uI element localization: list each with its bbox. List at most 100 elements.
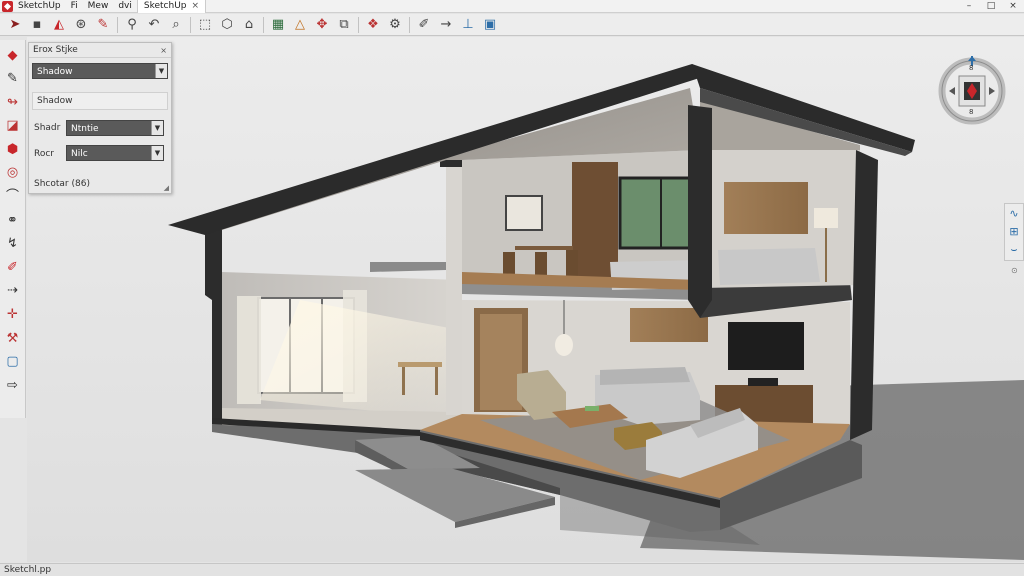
upper-sofa-right bbox=[718, 248, 820, 285]
toolbar-separator bbox=[190, 16, 191, 33]
panel-close-icon[interactable]: × bbox=[160, 46, 167, 55]
style-select[interactable]: Shadow ▼ bbox=[32, 63, 168, 79]
arrow-right-icon[interactable]: → bbox=[435, 15, 457, 35]
window-icon[interactable]: ▣ bbox=[479, 15, 501, 35]
app-name: SketchUp bbox=[18, 0, 61, 11]
swoosh-icon[interactable]: ⌣ bbox=[1005, 241, 1023, 259]
triangle-icon[interactable]: △ bbox=[289, 15, 311, 35]
rectangle-icon[interactable]: ▢ bbox=[2, 351, 24, 373]
pencil-icon[interactable]: ✎ bbox=[92, 15, 114, 35]
layers-icon[interactable]: ❖ bbox=[362, 15, 384, 35]
styles-panel: Erox Stjke × Shadow ▼ Shadow Shadr Ntnti… bbox=[28, 42, 172, 194]
sofa-back bbox=[600, 367, 690, 385]
wall-tv bbox=[728, 322, 804, 370]
toolbar-separator bbox=[358, 16, 359, 33]
menu-file[interactable]: Fi bbox=[66, 0, 83, 13]
zoom-window-icon[interactable]: ⌕ bbox=[165, 15, 187, 35]
grid-icon[interactable]: ▦ bbox=[267, 15, 289, 35]
cube-icon[interactable]: ⬡ bbox=[216, 15, 238, 35]
wardrobe bbox=[572, 162, 618, 278]
settings-icon[interactable]: ⚙ bbox=[384, 15, 406, 35]
render-select[interactable]: Nilc ▼ bbox=[66, 145, 164, 161]
table-leg bbox=[402, 367, 405, 395]
shadow-count-label: Shcotar (86) bbox=[34, 179, 90, 189]
box-icon[interactable]: ⬚ bbox=[194, 15, 216, 35]
center-wall-section bbox=[688, 105, 712, 318]
paint-bucket-icon[interactable]: ⬢ bbox=[2, 138, 24, 160]
save-icon[interactable]: ▪ bbox=[26, 15, 48, 35]
main-toolbar: ➤ ▪ ◭ ⊛ ✎ ⚲ ↶ ⌕ ⬚ ⬡ ⌂ ▦ △ ✥ ⧉ ❖ ⚙ ✐ → ⊥ … bbox=[0, 14, 1024, 36]
dimension-icon[interactable]: ⇢ bbox=[2, 280, 24, 302]
interior-door bbox=[480, 314, 522, 410]
render-label: Rocr bbox=[34, 149, 55, 159]
maximize-button[interactable]: □ bbox=[980, 0, 1002, 13]
orbit-icon[interactable]: ⊛ bbox=[70, 15, 92, 35]
shadow-section-bar[interactable]: Shadow bbox=[32, 92, 168, 110]
kitchen-upper-cabinet bbox=[630, 308, 708, 342]
dining-table bbox=[515, 246, 573, 250]
window-controls: – □ × bbox=[958, 0, 1024, 13]
axis-icon[interactable]: ✛ bbox=[2, 304, 24, 326]
styles-panel-header: Erox Stjke × bbox=[29, 43, 171, 58]
pencil-icon[interactable]: ✎ bbox=[2, 68, 24, 90]
interior-column bbox=[446, 160, 462, 415]
palette-options-icon[interactable]: ⊙ bbox=[1011, 266, 1018, 275]
soundbar bbox=[748, 378, 778, 386]
follow-me-icon[interactable]: ↬ bbox=[2, 91, 24, 113]
title-bar: SketchUp Fi Mew dvi SketchUp × – □ × bbox=[0, 0, 1024, 13]
section-icon[interactable]: ◪ bbox=[2, 115, 24, 137]
push-pull-icon[interactable]: ↯ bbox=[2, 233, 24, 255]
house-section-render bbox=[27, 37, 1024, 562]
pen-icon[interactable]: ✐ bbox=[2, 256, 24, 278]
table-leg bbox=[435, 367, 438, 395]
grid-icon[interactable]: ⊞ bbox=[1005, 223, 1023, 241]
tab-close-icon[interactable]: × bbox=[192, 0, 200, 13]
document-tab[interactable]: SketchUp × bbox=[136, 0, 207, 13]
close-button[interactable]: × bbox=[1002, 0, 1024, 13]
shader-select-value: Ntntie bbox=[71, 124, 99, 134]
menu-bar: SketchUp Fi Mew dvi bbox=[13, 0, 137, 13]
wall-art bbox=[505, 195, 543, 231]
table-plant bbox=[585, 406, 599, 411]
glasses-icon[interactable]: ⚭ bbox=[2, 209, 24, 231]
paint-icon[interactable]: ◭ bbox=[48, 15, 70, 35]
menu-draw[interactable]: dvi bbox=[113, 0, 137, 13]
walk-icon[interactable]: ⇨ bbox=[2, 374, 24, 396]
dining-chair bbox=[503, 252, 515, 274]
pipette-icon[interactable]: ✐ bbox=[413, 15, 435, 35]
eraser-icon[interactable]: ◆ bbox=[2, 44, 24, 66]
right-tool-palette: ∿ ⊞ ⌣ bbox=[1004, 203, 1024, 261]
sketchup-logo-icon bbox=[2, 0, 13, 12]
move-icon[interactable]: ✥ bbox=[311, 15, 333, 35]
hammer-icon[interactable]: ⚒ bbox=[2, 327, 24, 349]
floor-lamp-shade bbox=[814, 208, 838, 228]
toolbar-separator bbox=[263, 16, 264, 33]
axes-icon[interactable]: ⊥ bbox=[457, 15, 479, 35]
toolbar-separator bbox=[117, 16, 118, 33]
zoom-icon[interactable]: ⚲ bbox=[121, 15, 143, 35]
undo-icon[interactable]: ↶ bbox=[143, 15, 165, 35]
door-icon[interactable]: ⌂ bbox=[238, 15, 260, 35]
wave-icon[interactable]: ∿ bbox=[1005, 205, 1023, 223]
styles-panel-title: Erox Stjke bbox=[33, 45, 78, 55]
tape-icon[interactable]: ◎ bbox=[2, 162, 24, 184]
menu-view[interactable]: Mew bbox=[83, 0, 114, 13]
component-icon[interactable]: ⧉ bbox=[333, 15, 355, 35]
left-tool-palette: ◆ ✎ ↬ ◪ ⬢ ◎ ⌒ ⚭ ↯ ✐ ⇢ ✛ ⚒ ▢ ⇨ bbox=[0, 40, 26, 418]
dining-chair bbox=[566, 250, 578, 276]
shadow-section-label: Shadow bbox=[37, 96, 73, 106]
render-select-value: Nilc bbox=[71, 149, 88, 159]
arc-icon[interactable]: ⌒ bbox=[2, 186, 24, 208]
model-viewport[interactable] bbox=[27, 37, 1024, 562]
chevron-down-icon[interactable]: ▼ bbox=[151, 121, 163, 135]
dining-chair bbox=[535, 252, 547, 276]
chevron-down-icon[interactable]: ▼ bbox=[151, 146, 163, 160]
chevron-down-icon[interactable]: ▼ bbox=[155, 64, 167, 78]
minimize-button[interactable]: – bbox=[958, 0, 980, 13]
shader-select[interactable]: Ntntie ▼ bbox=[66, 120, 164, 136]
document-tab-label: SketchUp bbox=[143, 0, 187, 11]
resize-grip-icon[interactable]: ◢ bbox=[164, 184, 169, 192]
shader-label: Shadr bbox=[34, 123, 61, 133]
select-arrow-icon[interactable]: ➤ bbox=[4, 15, 26, 35]
navigation-cube[interactable]: 8 8 bbox=[937, 56, 1007, 126]
